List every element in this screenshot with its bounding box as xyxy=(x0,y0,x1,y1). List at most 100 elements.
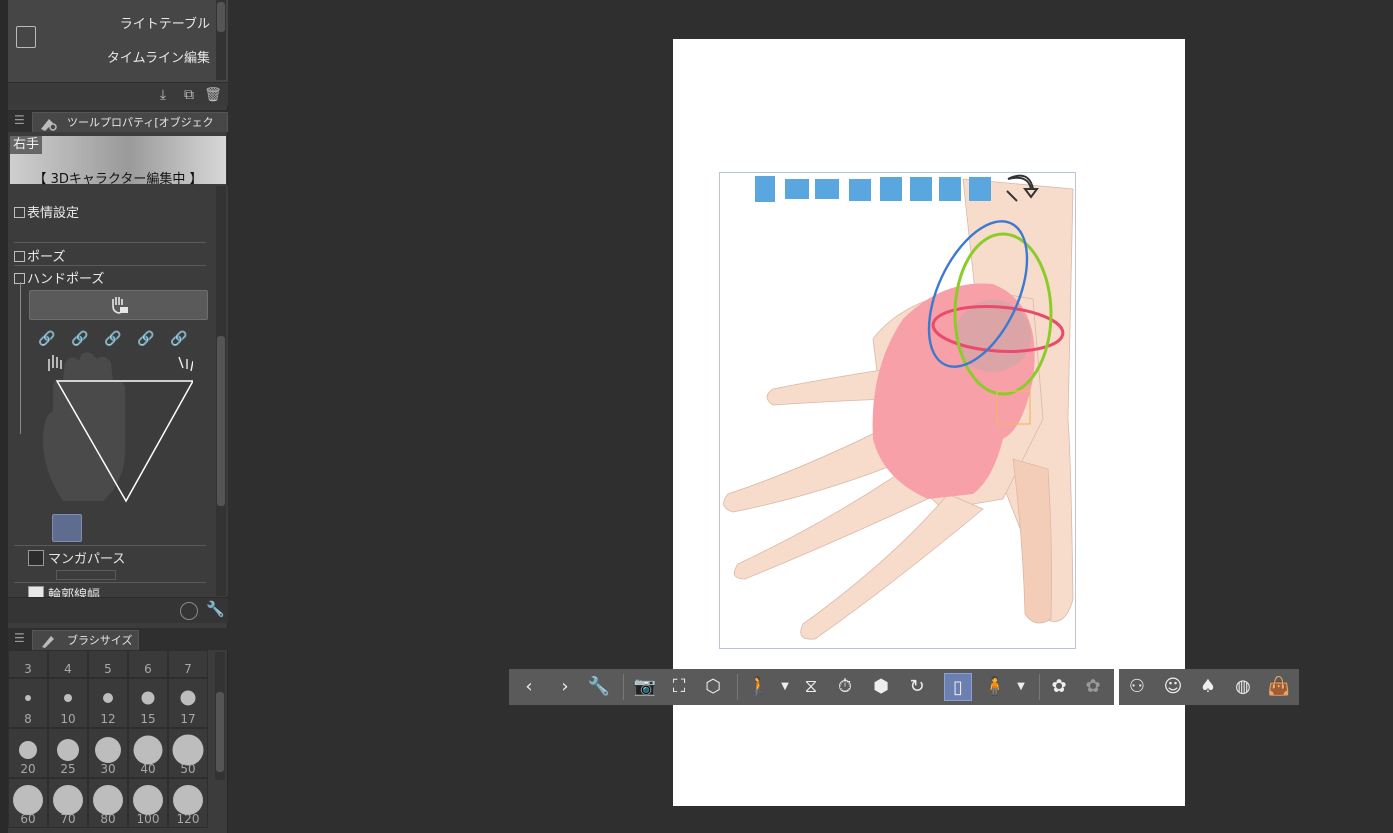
manga-perspective-row[interactable]: マンガパース xyxy=(28,548,125,567)
brush-size-cell[interactable]: 17 xyxy=(168,678,208,728)
brush-size-cell[interactable]: 70 xyxy=(48,778,88,828)
prev-icon[interactable]: ‹ xyxy=(515,673,543,701)
chevron-down-icon[interactable]: ▼ xyxy=(1007,673,1035,701)
brush-preview xyxy=(25,695,31,701)
link-icon[interactable]: 🔗 xyxy=(104,331,128,347)
brush-size-cell[interactable]: 25 xyxy=(48,728,88,778)
list-item-label: タイムライン編集 xyxy=(106,51,210,66)
brush-preview xyxy=(133,735,163,765)
ground-icon[interactable]: ⬡ xyxy=(699,673,727,701)
brush-size-cell[interactable]: 12 xyxy=(88,678,128,728)
wrench-icon[interactable]: 🔧 xyxy=(585,673,613,701)
camera-icon[interactable]: 📷 xyxy=(631,673,659,701)
tab-tool-property[interactable]: ツールプロパティ[オブジェクト] xyxy=(32,112,228,148)
rotate-z-icon[interactable] xyxy=(939,177,961,201)
duplicate-icon[interactable]: ⧉ xyxy=(180,86,198,104)
scroll-thumb[interactable] xyxy=(216,692,224,772)
list-scrollbar[interactable] xyxy=(216,0,226,80)
next-icon[interactable]: › xyxy=(551,673,579,701)
pan-vertical-icon[interactable] xyxy=(815,179,839,199)
menu-icon[interactable]: ☰ xyxy=(14,113,25,127)
brush-size-cell[interactable]: 120 xyxy=(168,778,208,828)
brush-size-cell[interactable]: 3 xyxy=(8,650,48,678)
hand-scan-button[interactable] xyxy=(29,290,208,320)
fist-preset-2[interactable] xyxy=(85,514,115,542)
lighting-icon[interactable]: ✿ xyxy=(1045,673,1073,701)
category-expression[interactable]: 表情設定 xyxy=(14,202,79,221)
brush-size-cell[interactable]: 100 xyxy=(128,778,168,828)
timer-icon[interactable]: ⏱ xyxy=(831,673,859,701)
face-icon[interactable]: ☺ xyxy=(1159,673,1187,701)
hair-icon[interactable]: ♠ xyxy=(1194,673,1222,701)
rotate-object-icon[interactable] xyxy=(880,177,902,201)
brush-size-cell[interactable]: 8 xyxy=(8,678,48,728)
bag-icon[interactable]: 👜 xyxy=(1265,673,1293,701)
head-icon[interactable]: ◍ xyxy=(1229,673,1257,701)
link-icon[interactable]: 🔗 xyxy=(38,331,62,347)
brush-size-grid: 3 4 5 6 7 8 10 12 15 17 20 25 30 40 50 6… xyxy=(8,650,213,833)
link-icon[interactable]: 🔗 xyxy=(71,331,95,347)
object-rotate-icon[interactable]: ⬢ xyxy=(867,673,895,701)
perspective-slider[interactable] xyxy=(56,570,116,580)
brush-scrollbar[interactable] xyxy=(215,652,225,780)
brush-preview xyxy=(95,737,121,763)
reset-icon[interactable]: ↻ xyxy=(903,673,931,701)
import-icon[interactable]: ⤓ xyxy=(154,86,172,104)
fit-icon[interactable]: ⛶ xyxy=(665,673,693,701)
body-icon[interactable]: ⚇ xyxy=(1123,673,1151,701)
brush-size-cell[interactable]: 15 xyxy=(128,678,168,728)
camera-rotate-icon[interactable] xyxy=(755,176,775,202)
list-item[interactable]: タイムライン編集 xyxy=(8,34,216,68)
pan-horizontal-icon[interactable] xyxy=(785,179,809,199)
checkbox-label: マンガパース xyxy=(48,552,126,567)
brush-size-cell[interactable]: 40 xyxy=(128,728,168,778)
brush-size-cell[interactable]: 4 xyxy=(48,650,88,678)
scroll-thumb[interactable] xyxy=(217,2,225,32)
brush-preview xyxy=(64,694,72,702)
brush-size-cell[interactable]: 7 xyxy=(168,650,208,678)
category-pose[interactable]: ポーズ xyxy=(14,246,65,265)
fist-preset-1[interactable] xyxy=(52,514,82,542)
link-icon[interactable]: 🔗 xyxy=(170,331,194,347)
fist-preset-3[interactable] xyxy=(118,514,148,542)
scale-icon[interactable] xyxy=(969,177,991,201)
hand-pose-controller[interactable] xyxy=(33,351,193,509)
lighting-off-icon[interactable]: ✿ xyxy=(1079,673,1107,701)
tab-label: ブラシサイズ xyxy=(67,634,133,647)
add-pose-icon[interactable]: 🚶 xyxy=(745,673,773,701)
hand-3d-model[interactable] xyxy=(673,39,1185,669)
category-hand-pose[interactable]: ハンドポーズ xyxy=(14,268,104,287)
flip-icon[interactable]: ⧖ xyxy=(797,673,825,701)
brush-preview xyxy=(141,691,155,705)
list-item[interactable]: ライトテーブル xyxy=(8,0,216,34)
brush-size-cell[interactable]: 80 xyxy=(88,778,128,828)
rotate-y-icon[interactable] xyxy=(910,177,932,201)
size-label: 50 xyxy=(180,762,196,776)
fist-preset-4[interactable] xyxy=(151,514,181,542)
perspective-icon[interactable]: ▯ xyxy=(944,673,972,701)
brush-size-cell[interactable]: 30 xyxy=(88,728,128,778)
left-edge-strip xyxy=(0,0,8,833)
expand-icon xyxy=(14,251,25,262)
property-scrollbar[interactable] xyxy=(216,186,226,596)
list-actions-bar: ⤓ ⧉ 🗑 xyxy=(8,82,228,106)
figure-icon[interactable]: 🧍 xyxy=(981,673,1009,701)
brush-size-cell[interactable]: 50 xyxy=(168,728,208,778)
chevron-down-icon[interactable]: ▼ xyxy=(771,673,799,701)
size-label: 40 xyxy=(140,762,156,776)
brush-size-cell[interactable]: 5 xyxy=(88,650,128,678)
brush-size-cell[interactable]: 20 xyxy=(8,728,48,778)
brush-size-cell[interactable]: 60 xyxy=(8,778,48,828)
expand-icon xyxy=(14,207,25,218)
trash-icon[interactable]: 🗑 xyxy=(204,86,222,104)
manga-perspective-checkbox[interactable] xyxy=(28,550,44,566)
scroll-thumb[interactable] xyxy=(217,336,225,506)
wrench-icon[interactable]: 🔧 xyxy=(206,600,225,618)
tab-brush-size[interactable]: ブラシサイズ xyxy=(32,630,140,650)
menu-icon[interactable]: ☰ xyxy=(14,631,25,645)
link-icon[interactable]: 🔗 xyxy=(137,331,161,347)
clock-icon[interactable] xyxy=(180,602,198,620)
move-3d-icon[interactable] xyxy=(849,179,871,201)
brush-size-cell[interactable]: 6 xyxy=(128,650,168,678)
brush-size-cell[interactable]: 10 xyxy=(48,678,88,728)
